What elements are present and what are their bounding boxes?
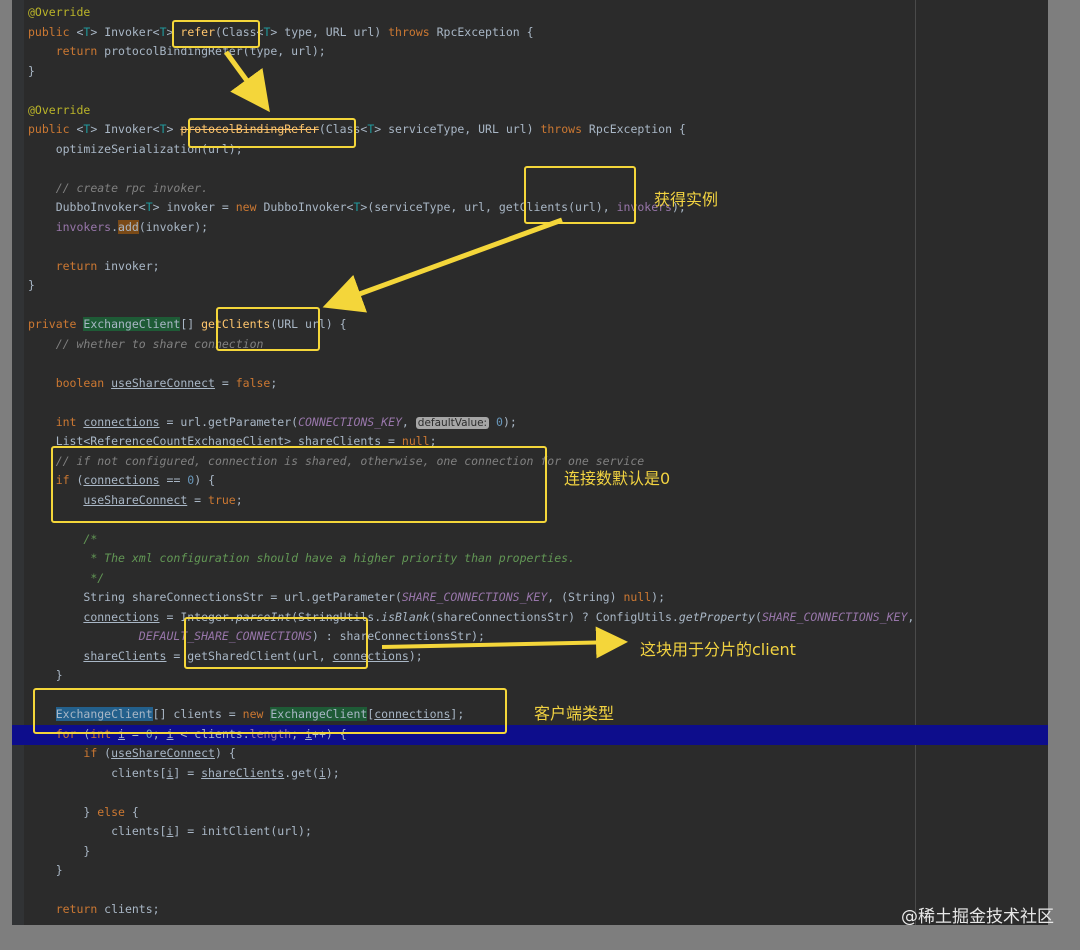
note-sharded-client: 这块用于分片的client	[640, 640, 796, 659]
arrow-shared-client	[381, 626, 628, 659]
exchange-client-type-box	[33, 688, 507, 734]
arrow-refer-to-binding	[223, 50, 270, 113]
code-editor[interactable]: @Override public <T> Invoker<T> refer(Cla…	[12, 0, 1048, 925]
note-client-type: 客户端类型	[534, 704, 615, 723]
watermark: @稀土掘金技术社区	[901, 907, 1054, 927]
getclients-def-box	[216, 307, 320, 351]
protocol-binding-refer-box	[188, 118, 356, 148]
note-default-connections: 连接数默认是0	[564, 469, 671, 488]
arrow-getclients-call-to-def	[322, 217, 563, 313]
connections-default-box	[51, 446, 547, 523]
refer-highlight-box	[172, 20, 260, 48]
shared-client-box	[184, 617, 368, 669]
getclients-call-box	[524, 166, 636, 224]
note-get-instance: 获得实例	[654, 190, 719, 209]
